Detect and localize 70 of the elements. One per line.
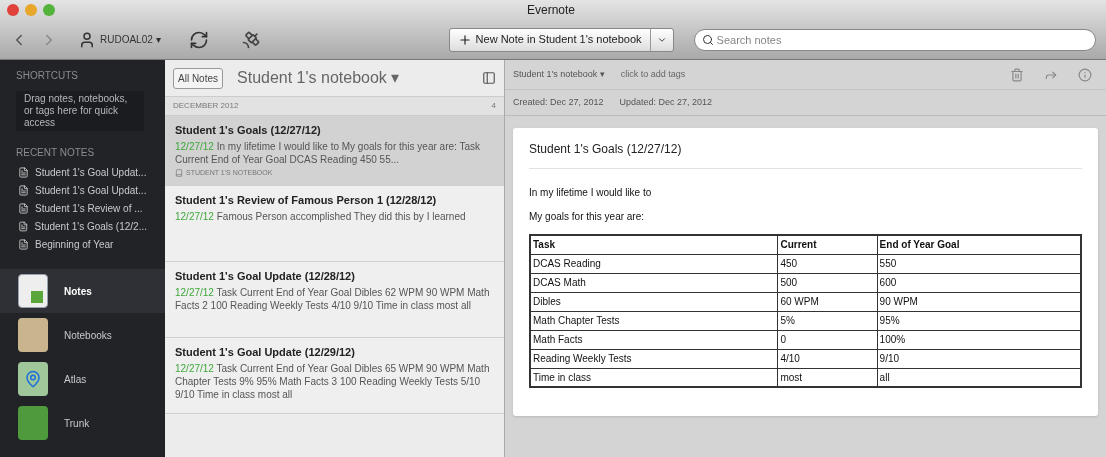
close-button[interactable] [7, 4, 19, 16]
notebook-selector[interactable]: Student 1's notebook ▾ [237, 66, 400, 90]
updated-date: Updated: Dec 27, 2012 [619, 95, 713, 109]
account-menu[interactable]: RUDOAL02 ▾ [100, 32, 161, 47]
nav-item[interactable]: Notes [0, 269, 165, 313]
note-count: 4 [491, 100, 496, 112]
section-heading: RECENT NOTES [15, 146, 96, 160]
nav-item[interactable]: Notebooks [0, 313, 165, 357]
recent-note[interactable]: Student 1's Goal Updat... [35, 182, 147, 198]
notebook-selector[interactable]: Student 1's notebook ▾ [513, 67, 605, 82]
note-icon [18, 184, 29, 196]
satellite-dish-icon[interactable] [240, 29, 261, 50]
note-icon [18, 220, 29, 232]
note-editor[interactable] [513, 128, 1098, 416]
user-icon[interactable] [78, 30, 96, 49]
note-title: Student 1's Review of Famous Person 1 (12/28/12) [175, 193, 438, 208]
table-cell: Math Chapter Tests [530, 311, 778, 330]
search-field[interactable]: Search notes [693, 28, 1096, 51]
tags-field[interactable]: click to add tags [620, 67, 686, 82]
table-cell: Time in class [530, 368, 778, 387]
note-snippet: 12/27/12 Task Current End of Year Goal Dibles 65 WPM 90 WPM Math Chapter Tests 9% 95% Math Facts 3 100 Reading Weekly Tests 5/10 9/10 Time in class most all [175, 361, 491, 401]
notes-icon [18, 274, 48, 308]
table-cell: Dibles [530, 292, 778, 311]
note-title: Student 1's Goals (12/27/12) [529, 140, 1082, 169]
table-cell: 4/10 [777, 349, 878, 368]
notebook-icon [175, 168, 183, 177]
column-header: Task [530, 235, 778, 254]
nav-item[interactable]: Atlas [0, 357, 165, 401]
note-paragraph: In my lifetime I would like to [529, 186, 653, 200]
table-cell: 5% [777, 311, 878, 330]
note-snippet: 12/27/12 Famous Person accomplished They did this by I learned [175, 209, 467, 223]
map-icon [18, 362, 48, 396]
note-icon [18, 202, 29, 214]
created-date: Created: Dec 27, 2012 [513, 95, 604, 109]
section-heading: SHORTCUTS [15, 69, 80, 83]
recent-note[interactable]: Student 1's Goal Updat... [35, 164, 147, 180]
note-icon [18, 238, 29, 250]
recent-note[interactable]: Beginning of Year [35, 236, 114, 252]
table-cell: DCAS Reading [530, 254, 778, 273]
note-icon [18, 166, 29, 178]
shortcuts-hint: Drag notes, notebooks, or tags here for quick access [16, 91, 144, 131]
table-cell: 500 [777, 273, 878, 292]
note-snippet: 12/27/12 Task Current End of Year Goal Dibles 62 WPM 90 WPM Math Facts 2 100 Reading Weekly Tests 4/10 9/10 Time in class most all [175, 285, 491, 312]
note-snippet: 12/27/12 In my lifetime I would like to My goals for this year are: Task Current End of Year Goal DCAS Reading 450 55... [175, 139, 481, 166]
note-paragraph: My goals for this year are: [529, 210, 646, 224]
column-header: Current [777, 235, 878, 254]
nav-item[interactable]: Trunk [0, 401, 165, 445]
trash-icon[interactable] [1010, 67, 1024, 82]
view-options-icon[interactable] [482, 71, 496, 85]
all-notes-button[interactable]: All Notes [173, 67, 223, 89]
table-cell: 450 [777, 254, 878, 273]
table-cell: DCAS Math [530, 273, 778, 292]
zoom-button[interactable] [43, 4, 55, 16]
window-title: Evernote [527, 2, 576, 19]
note-title: Student 1's Goal Update (12/29/12) [175, 345, 356, 360]
info-icon[interactable] [1078, 67, 1092, 82]
new-note-button[interactable]: New Note in Student 1's notebook [448, 27, 674, 52]
note-title: Student 1's Goals (12/27/12) [175, 123, 322, 138]
group-heading: DECEMBER 2012 [173, 100, 239, 112]
trunk-icon [18, 406, 48, 440]
note-title: Student 1's Goal Update (12/28/12) [175, 269, 356, 284]
sync-icon[interactable] [188, 29, 209, 50]
recent-note[interactable]: Student 1's Goals (12/2... [34, 218, 147, 234]
table-cell: Math Facts [530, 330, 778, 349]
table-cell: Reading Weekly Tests [530, 349, 778, 368]
plus-icon [457, 32, 472, 47]
recent-note[interactable]: Student 1's Review of ... [35, 200, 143, 216]
table-cell: 60 WPM [777, 292, 878, 311]
table-cell: 0 [777, 330, 878, 349]
notebook-icon [18, 318, 48, 352]
